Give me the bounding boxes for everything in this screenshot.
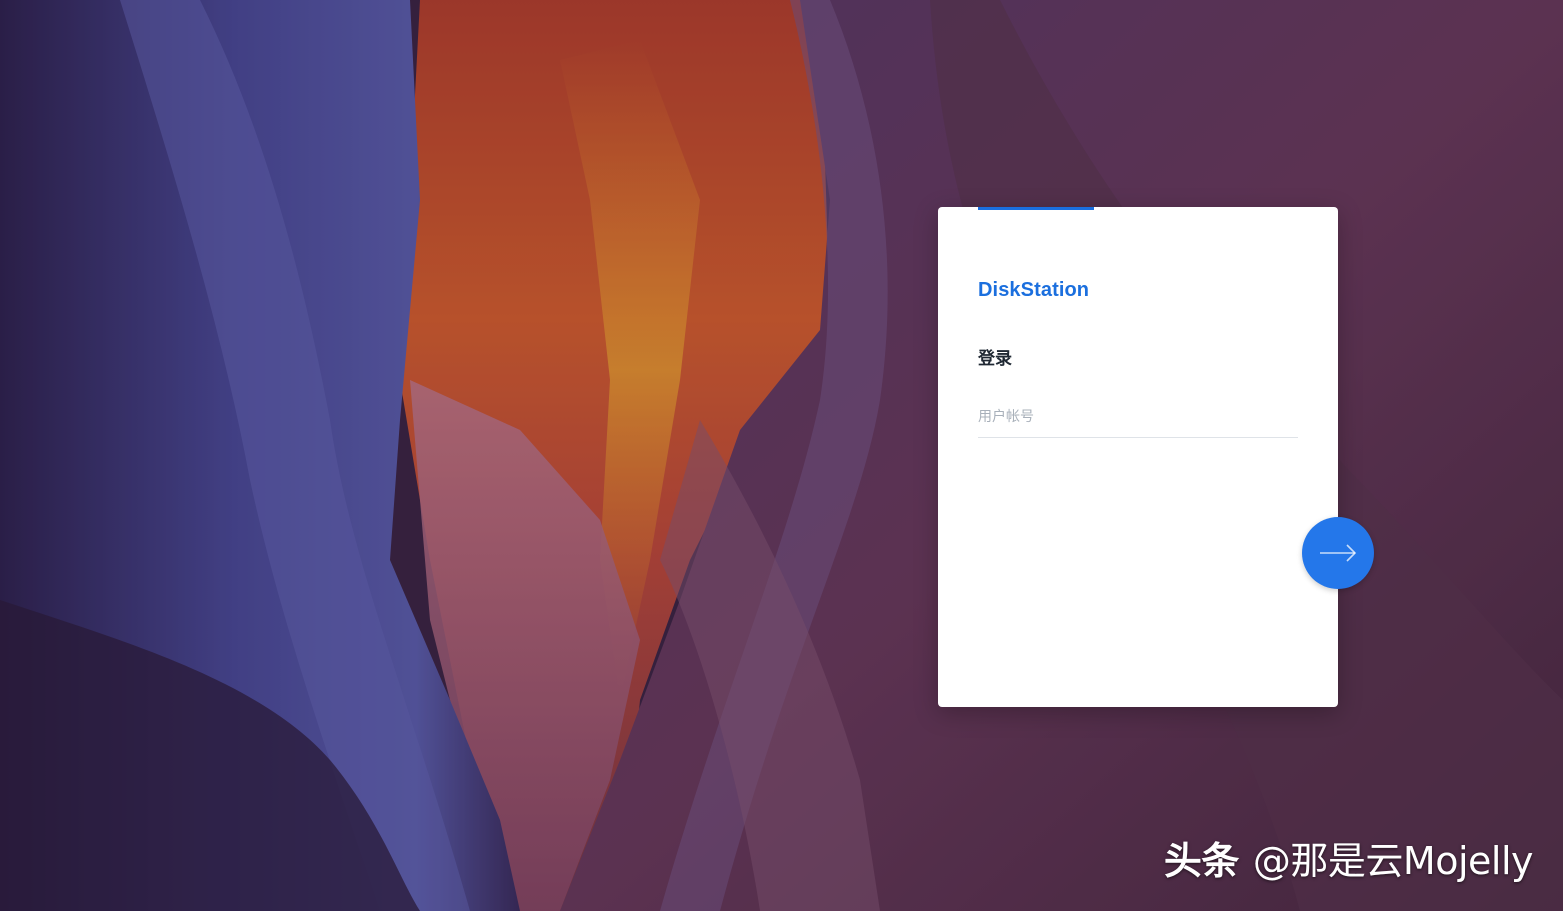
watermark-handle: @那是云Mojelly bbox=[1252, 839, 1534, 883]
watermark-logo: 头条 bbox=[1163, 839, 1240, 883]
login-card: DiskStation 登录 bbox=[938, 207, 1338, 707]
next-button[interactable] bbox=[1302, 517, 1374, 589]
username-input[interactable] bbox=[978, 397, 1298, 438]
login-heading: 登录 bbox=[978, 349, 1012, 369]
arrow-right-icon bbox=[1320, 544, 1357, 562]
active-tab-indicator bbox=[978, 207, 1094, 210]
watermark: 头条 @那是云Mojelly bbox=[1163, 830, 1534, 885]
brand-title: DiskStation bbox=[978, 279, 1090, 301]
